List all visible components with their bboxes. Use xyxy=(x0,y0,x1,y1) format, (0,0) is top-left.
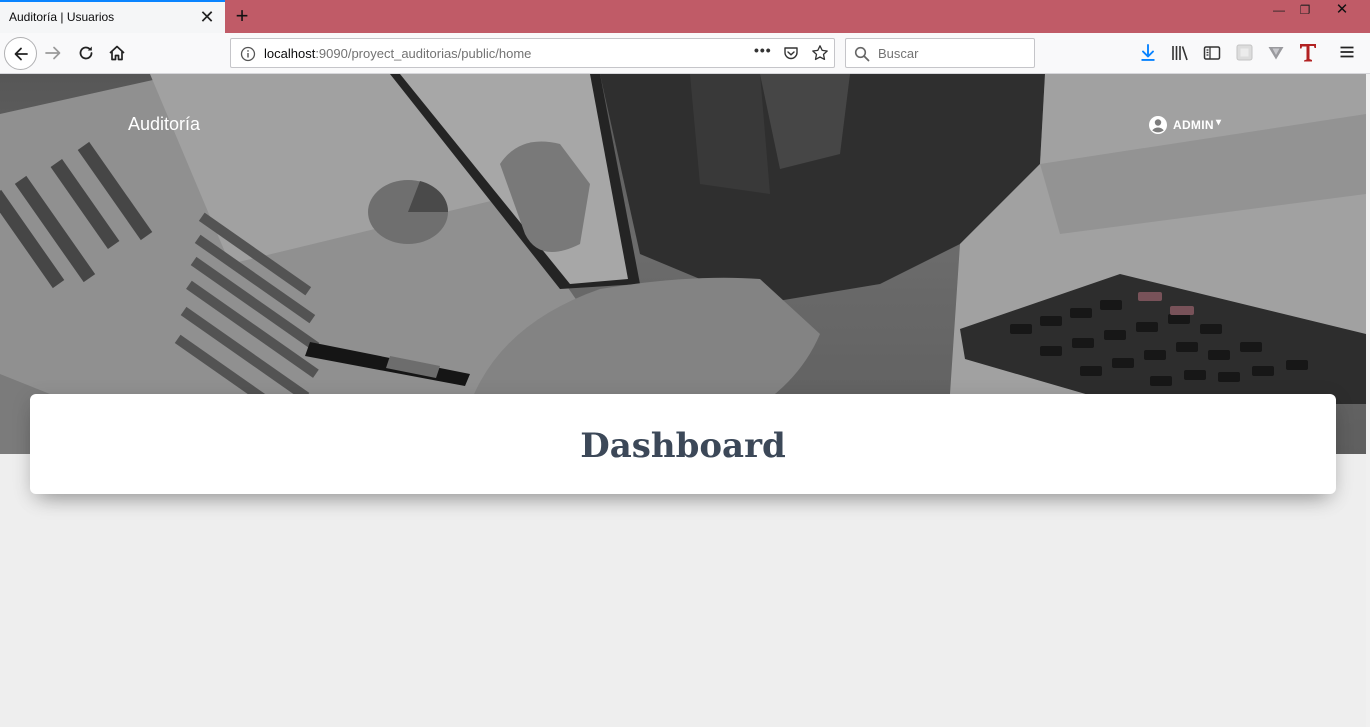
search-bar[interactable]: Buscar xyxy=(845,38,1035,68)
forward-arrow-icon[interactable] xyxy=(43,43,63,63)
site-info-icon[interactable] xyxy=(240,46,256,62)
url-host: localhost xyxy=(264,46,316,61)
downloads-icon[interactable] xyxy=(1140,44,1156,62)
navbar-brand[interactable]: Auditoría xyxy=(128,114,200,135)
account-circle-icon xyxy=(1149,116,1167,134)
url-path: :9090/proyect_auditorias/public/home xyxy=(315,46,532,61)
search-icon xyxy=(854,46,870,62)
tab-title: Auditoría | Usuarios xyxy=(9,10,115,24)
caret-down-icon: ▾ xyxy=(1216,117,1222,128)
navigation-toolbar: localhost:9090/proyect_auditorias/public… xyxy=(0,33,1370,74)
scrollbar-edge xyxy=(1366,74,1370,727)
url-bar[interactable]: localhost:9090/proyect_auditorias/public… xyxy=(230,38,835,68)
tab-active[interactable]: Auditoría | Usuarios ✕ xyxy=(0,0,225,33)
vpn-shield-icon[interactable] xyxy=(1267,44,1285,62)
back-arrow-icon xyxy=(14,47,28,61)
bookmark-star-icon[interactable] xyxy=(811,44,829,62)
new-tab-button[interactable]: + xyxy=(231,4,253,28)
menu-icon[interactable] xyxy=(1339,44,1355,60)
sidebar-icon[interactable] xyxy=(1203,44,1221,62)
back-button[interactable] xyxy=(4,37,37,70)
window-close-button[interactable]: ✕ xyxy=(1322,0,1362,22)
library-icon[interactable] xyxy=(1171,44,1189,62)
page-actions-icon[interactable]: ••• xyxy=(754,42,772,58)
text-extension-icon[interactable] xyxy=(1299,42,1317,63)
user-name: ADMIN xyxy=(1173,118,1214,132)
dashboard-card: Dashboard xyxy=(30,394,1336,494)
home-icon[interactable] xyxy=(107,43,127,63)
window-restore-button[interactable]: ❐ xyxy=(1288,0,1322,22)
url-text[interactable]: localhost:9090/proyect_auditorias/public… xyxy=(264,46,531,61)
extension-icon[interactable] xyxy=(1236,44,1253,61)
search-placeholder: Buscar xyxy=(878,46,919,61)
tab-close-icon[interactable]: ✕ xyxy=(198,8,216,26)
page-title: Dashboard xyxy=(580,426,786,466)
tab-strip: Auditoría | Usuarios ✕ + — ❐ ✕ xyxy=(0,0,1370,33)
page-viewport: Auditoría ADMIN ▾ Dashboard xyxy=(0,74,1366,727)
reload-icon[interactable] xyxy=(76,43,96,63)
pocket-icon[interactable] xyxy=(783,45,799,61)
